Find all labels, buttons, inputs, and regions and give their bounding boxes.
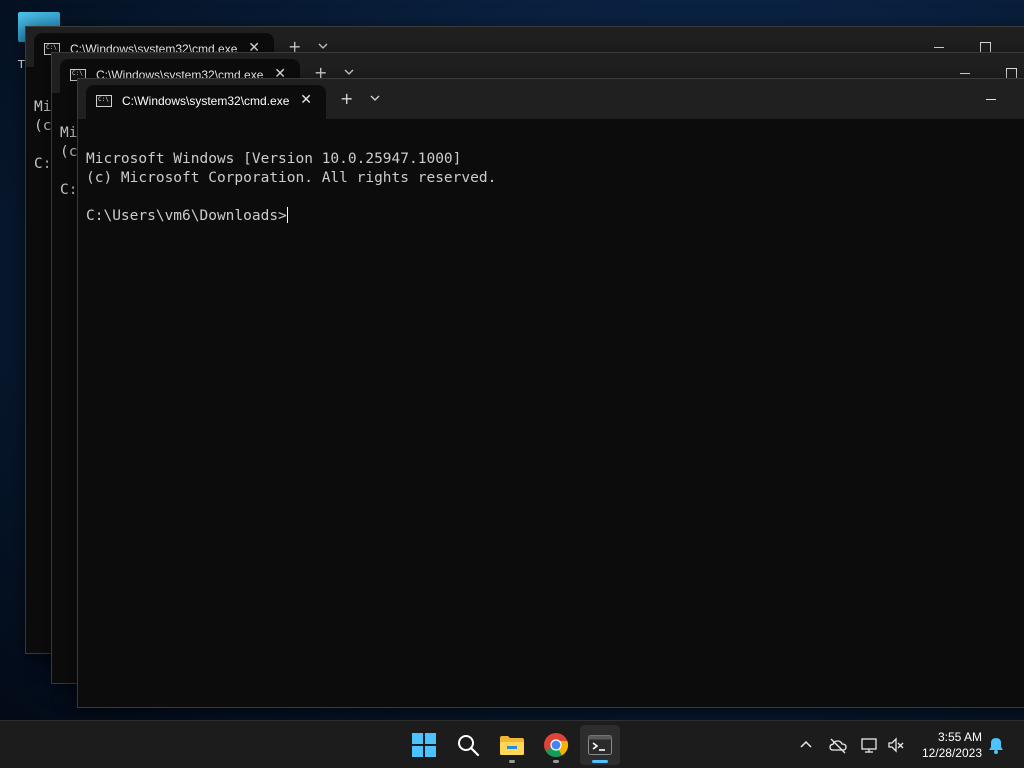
console-line: (c [34,118,52,134]
minimize-button[interactable] [986,99,996,100]
console-line: (c [60,144,78,160]
terminal-button[interactable] [580,725,620,765]
console-line: Mi [60,125,78,141]
folder-icon [500,736,524,755]
cloud-offline-icon [829,738,847,754]
cmd-icon [96,95,112,107]
chrome-button[interactable] [536,725,576,765]
minimize-button[interactable] [934,47,944,48]
console-line: Mi [34,99,52,115]
bell-icon [989,738,1003,754]
console-output[interactable]: Mi (c C: [34,79,51,174]
start-button[interactable] [404,725,444,765]
running-indicator [553,760,559,763]
search-button[interactable] [448,725,488,765]
console-line: Microsoft Windows [Version 10.0.25947.10… [86,151,462,167]
clock-date: 12/28/2023 [921,746,982,760]
console-prompt: C:\Users\vm6\Downloads> [86,208,287,224]
tab-close-button[interactable]: ✕ [300,92,312,108]
onedrive-tray-button[interactable] [828,735,848,755]
console-line: (c) Microsoft Corporation. All rights re… [86,170,497,186]
terminal-icon [588,735,612,755]
chevron-down-icon[interactable] [342,65,356,79]
new-tab-button[interactable]: + [340,91,353,107]
active-indicator [592,760,608,763]
file-explorer-button[interactable] [492,725,532,765]
terminal-tab[interactable]: C:\Windows\system32\cmd.exe ✕ [86,85,326,119]
windows-logo-icon [412,733,436,757]
desktop-shortcut-label: T [18,58,25,71]
running-indicator [509,760,515,763]
desktop: T C:\Windows\system32\cmd.exe ✕ + Mi (c … [0,0,1024,720]
show-hidden-icons-button[interactable] [796,735,816,755]
chevron-down-icon[interactable] [316,39,330,53]
chrome-icon [544,733,569,758]
system-clock[interactable]: 3:55 AM 12/28/2023 [922,729,982,761]
search-icon [458,735,480,757]
console-output[interactable]: Microsoft Windows [Version 10.0.25947.10… [86,131,496,226]
tab-title: C:\Windows\system32\cmd.exe [122,94,290,108]
volume-muted-icon [888,737,904,753]
text-cursor [286,207,288,223]
clock-time: 3:55 AM [937,730,982,744]
console-output[interactable]: Mi (c C: [60,105,77,200]
minimize-button[interactable] [960,73,970,74]
console-line: C: [60,182,78,198]
network-icon [861,738,877,753]
chevron-down-icon[interactable] [368,91,382,105]
network-tray-button[interactable] [860,735,880,755]
chevron-up-icon [800,740,812,748]
volume-tray-button[interactable] [886,735,906,755]
terminal-window-active[interactable]: C:\Windows\system32\cmd.exe ✕ + Microsof… [77,78,1024,708]
notifications-button[interactable] [986,735,1006,755]
taskbar: 3:55 AM 12/28/2023 [0,720,1024,768]
console-line: C: [34,156,52,172]
title-bar[interactable]: C:\Windows\system32\cmd.exe ✕ + [78,79,1024,119]
